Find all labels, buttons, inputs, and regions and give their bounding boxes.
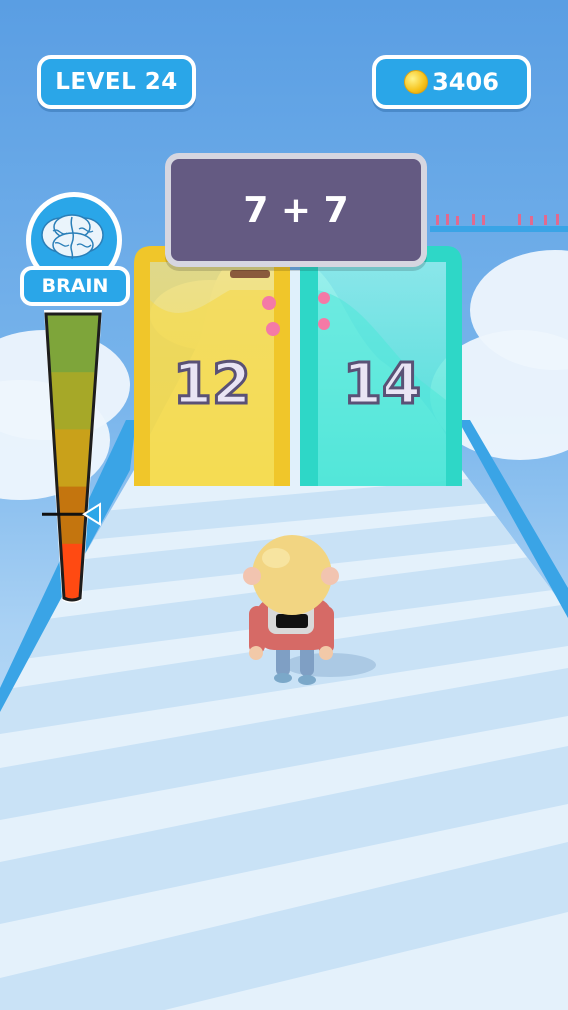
brain-meter-band: [46, 542, 100, 600]
game-scene[interactable]: 12 14 7 + 7 LEVEL 24 3406 BRAIN: [0, 0, 568, 1010]
question-board: 7 + 7: [165, 153, 427, 267]
coin-counter: 3406: [372, 55, 531, 109]
coin-count: 3406: [432, 68, 499, 96]
distant-track: [430, 226, 568, 232]
question-text: 7 + 7: [243, 189, 349, 231]
level-label: LEVEL 24: [55, 69, 178, 95]
distant-crowd: [436, 214, 559, 225]
brain-meter: [42, 310, 102, 603]
brain-label-text: BRAIN: [41, 275, 109, 297]
brain-label: BRAIN: [20, 266, 130, 306]
gate-left-value: 12: [172, 351, 253, 419]
level-indicator: LEVEL 24: [37, 55, 196, 109]
brain-meter-band: [46, 314, 100, 373]
coin-icon: [404, 70, 429, 94]
brain-badge: BRAIN: [20, 192, 130, 314]
gate-right-value: 14: [342, 351, 423, 419]
